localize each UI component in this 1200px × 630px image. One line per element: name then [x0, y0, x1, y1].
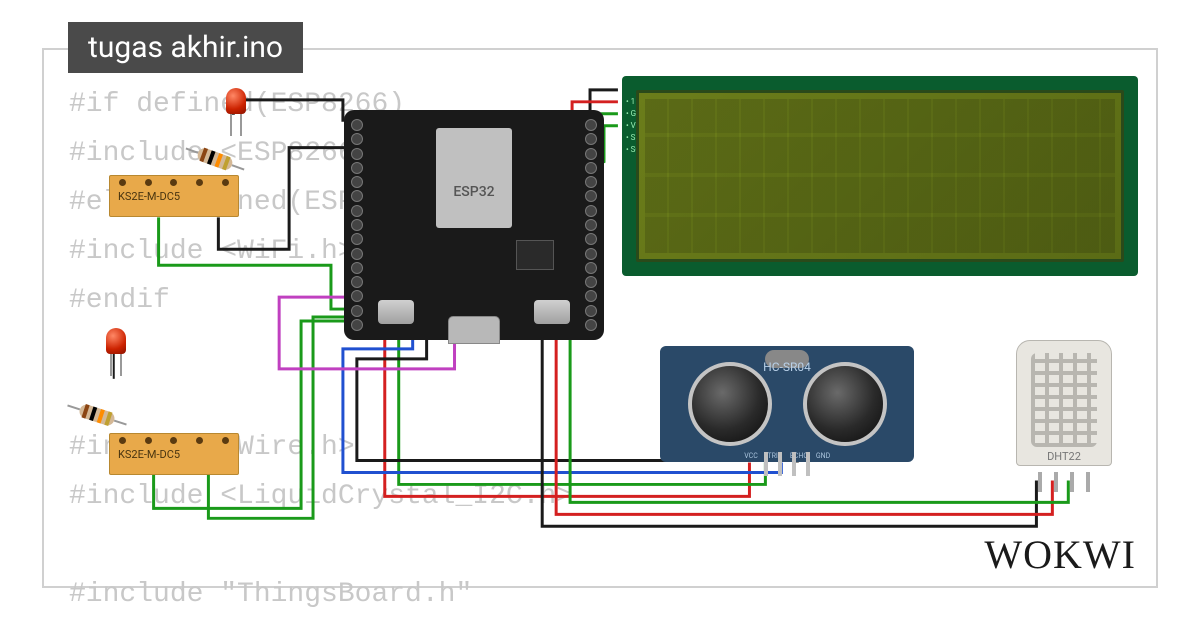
dht22-sensor[interactable]: DHT22	[1016, 340, 1112, 480]
led-1[interactable]	[226, 88, 246, 114]
esp32-shield	[436, 128, 512, 228]
diagram-canvas[interactable]: #if defined(ESP8266) #include <ESP8266Wi…	[42, 48, 1158, 588]
led-2[interactable]	[106, 328, 126, 354]
lcd-display[interactable]: • 1• GND• VCC• SDA• SCL	[622, 76, 1138, 276]
esp32-pins-left	[348, 118, 366, 332]
dht22-pins	[1038, 472, 1090, 492]
esp32-boot-button[interactable]	[534, 300, 570, 324]
relay-2-label: KS2E-M-DC5	[118, 448, 180, 461]
brand-logo: WOKWI	[984, 531, 1136, 578]
file-title: tugas akhir.ino	[68, 22, 303, 73]
esp32-usb-port	[448, 316, 500, 344]
esp32-chip-icon	[516, 240, 554, 270]
relay-pins-icon	[110, 437, 238, 444]
relay-1[interactable]: KS2E-M-DC5	[109, 175, 239, 217]
esp32-en-button[interactable]	[378, 300, 414, 324]
ultrasonic-label: HC-SR04	[763, 360, 811, 374]
relay-pins-icon	[110, 179, 238, 186]
relay-2[interactable]: KS2E-M-DC5	[109, 433, 239, 475]
dht22-label: DHT22	[1017, 450, 1111, 463]
esp32-board[interactable]	[344, 110, 604, 340]
relay-1-label: KS2E-M-DC5	[118, 190, 180, 203]
esp32-pins-right	[582, 118, 600, 332]
ultrasonic-tx-icon	[688, 362, 772, 446]
ultrasonic-sensor[interactable]: HC-SR04 VCCTRIGECHOGND	[660, 346, 914, 462]
dht22-grille-icon	[1031, 353, 1097, 447]
ultrasonic-rx-icon	[803, 362, 887, 446]
ultrasonic-pins	[764, 452, 810, 476]
lcd-screen	[636, 90, 1124, 262]
